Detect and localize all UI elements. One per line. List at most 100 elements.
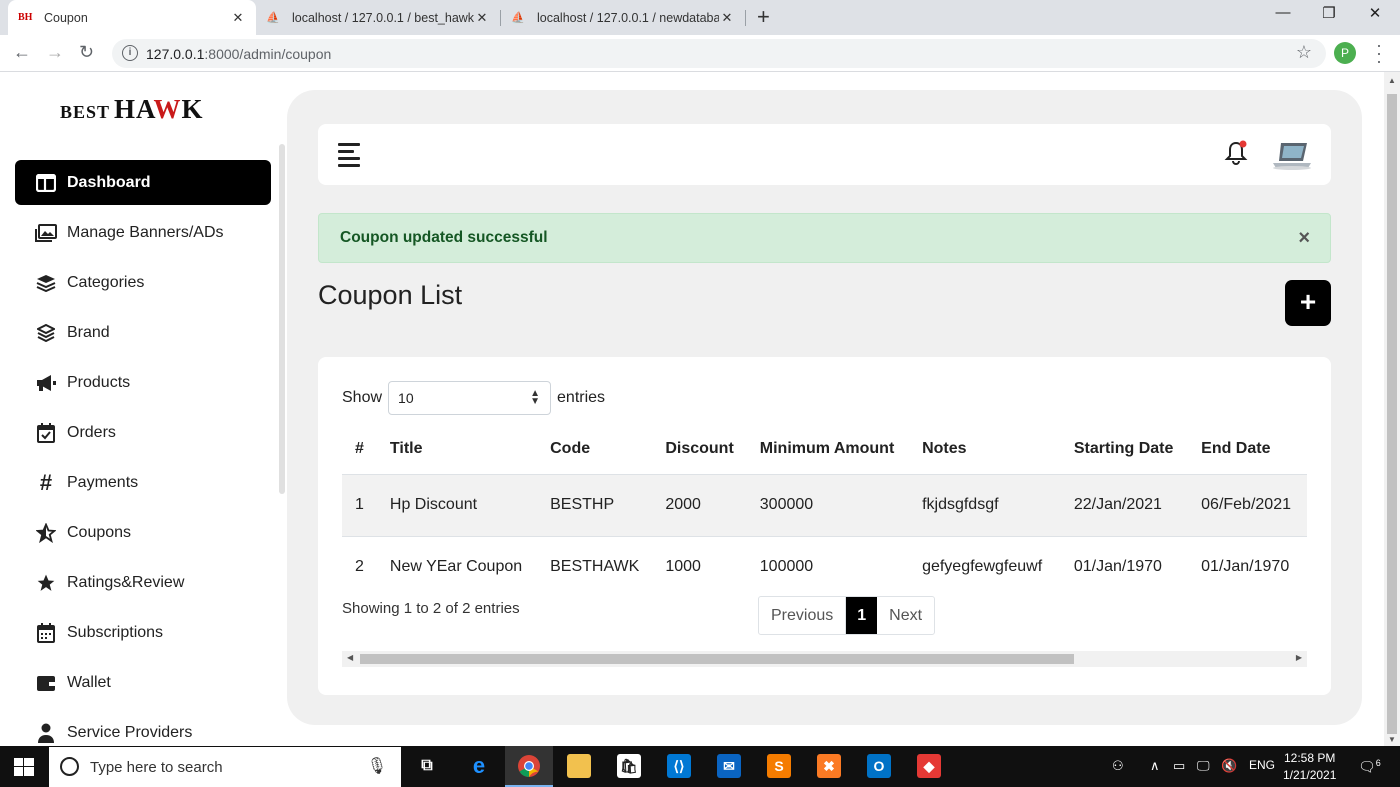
- table-cell: New YEar Coupon: [376, 535, 538, 598]
- page-viewport: BEST HAWK Dashboard Manage Banners/ADs C…: [0, 72, 1384, 746]
- people-icon[interactable]: ⚇: [1112, 758, 1124, 774]
- sidebar-item-banners[interactable]: Manage Banners/ADs: [15, 210, 271, 255]
- back-icon[interactable]: ←: [13, 42, 31, 63]
- column-header[interactable]: Code: [537, 424, 653, 475]
- page-1-button[interactable]: 1: [846, 597, 878, 634]
- notification-bell-icon[interactable]: [1224, 140, 1248, 166]
- scrollbar-thumb[interactable]: [360, 654, 1074, 664]
- brand-logo[interactable]: BEST HAWK: [60, 94, 204, 125]
- sidebar-item-payments[interactable]: # Payments: [15, 460, 271, 505]
- table-header-row: # Title Code Discount Minimum Amount Not…: [342, 424, 1307, 475]
- new-tab-icon[interactable]: +: [757, 4, 770, 30]
- file-explorer-icon[interactable]: [567, 754, 591, 778]
- user-avatar[interactable]: [1271, 137, 1313, 171]
- calendar-check-icon: [35, 422, 57, 444]
- sidebar-item-coupons[interactable]: Coupons: [15, 510, 271, 555]
- entries-select[interactable]: 10 ▲ ▼: [388, 381, 552, 415]
- logo-name-part: HA: [114, 94, 154, 124]
- close-icon[interactable]: ×: [1298, 227, 1310, 250]
- site-info-icon[interactable]: i: [122, 45, 138, 61]
- maximize-icon[interactable]: ❐: [1306, 4, 1352, 22]
- store-icon[interactable]: 🛍: [617, 754, 641, 778]
- url-field[interactable]: i 127.0.0.1:8000/admin/coupon ☆: [112, 39, 1326, 68]
- show-hidden-icons-icon[interactable]: ∧: [1150, 758, 1160, 774]
- sidebar-item-products[interactable]: Products: [15, 360, 271, 405]
- bookmark-star-icon[interactable]: ☆: [1296, 42, 1312, 63]
- minimize-icon[interactable]: —: [1260, 4, 1306, 21]
- tab-phpmyadmin-best-hawk[interactable]: ⛵ localhost / 127.0.0.1 / best_hawk ✕: [256, 0, 500, 35]
- sidebar-item-ratings-review[interactable]: Ratings&Review: [15, 560, 271, 605]
- sidebar-scrollbar[interactable]: [279, 144, 285, 494]
- column-header[interactable]: End Date: [1188, 424, 1307, 475]
- clock-time: 12:58 PM: [1284, 751, 1336, 765]
- column-header[interactable]: Notes: [909, 424, 1061, 475]
- table-cell: 100000: [746, 535, 910, 598]
- address-bar: ← → ↻ i 127.0.0.1:8000/admin/coupon ☆ P …: [0, 35, 1400, 72]
- cortana-icon: [60, 757, 79, 776]
- table-cell: BESTHAWK: [537, 535, 653, 598]
- menu-toggle-icon[interactable]: [338, 143, 362, 167]
- add-coupon-button[interactable]: +: [1285, 280, 1331, 326]
- sidebar-item-service-providers[interactable]: Service Providers: [15, 710, 271, 746]
- notification-center-icon[interactable]: 🗨6: [1358, 758, 1381, 776]
- sidebar-item-label: Categories: [67, 273, 145, 291]
- page-vertical-scrollbar[interactable]: ▲ ▼: [1384, 72, 1400, 746]
- search-placeholder: Type here to search: [90, 759, 223, 776]
- forward-icon[interactable]: →: [46, 42, 64, 63]
- language-indicator[interactable]: ENG: [1249, 758, 1275, 772]
- table-cell: 01/Jan/1970: [1060, 535, 1189, 598]
- scroll-up-icon[interactable]: ▲: [1388, 76, 1396, 85]
- table-cell: 2: [342, 535, 377, 598]
- dashboard-icon: [35, 172, 57, 194]
- system-clock[interactable]: 12:58 PM 1/21/2021: [1283, 750, 1336, 784]
- vscode-icon[interactable]: ⟨⟩: [667, 754, 691, 778]
- images-icon: [35, 222, 57, 244]
- table-horizontal-scrollbar[interactable]: ◀ ▶: [342, 651, 1307, 667]
- sidebar-item-subscriptions[interactable]: Subscriptions: [15, 610, 271, 655]
- close-tab-icon[interactable]: ✕: [719, 10, 735, 26]
- browser-menu-icon[interactable]: · · ·: [1376, 36, 1382, 70]
- taskbar-search-field[interactable]: Type here to search 🎙: [49, 747, 401, 787]
- edge-icon[interactable]: e: [467, 754, 491, 778]
- sidebar-item-wallet[interactable]: Wallet: [15, 660, 271, 705]
- sidebar-item-categories[interactable]: Categories: [15, 260, 271, 305]
- column-header[interactable]: Minimum Amount: [746, 424, 910, 475]
- windows-start-icon[interactable]: [14, 758, 34, 781]
- column-header[interactable]: Discount: [652, 424, 747, 475]
- column-header[interactable]: Title: [376, 424, 538, 475]
- sidebar-item-dashboard[interactable]: Dashboard: [15, 160, 271, 205]
- microphone-icon[interactable]: 🎙: [367, 756, 387, 776]
- column-header[interactable]: Starting Date: [1060, 424, 1189, 475]
- sidebar-item-label: Products: [67, 373, 131, 391]
- sidebar-item-orders[interactable]: Orders: [15, 410, 271, 455]
- bh-favicon-icon: BH: [18, 12, 33, 23]
- network-icon[interactable]: 🖵: [1197, 758, 1210, 774]
- close-window-icon[interactable]: ✕: [1352, 4, 1398, 22]
- close-tab-icon[interactable]: ✕: [474, 10, 490, 26]
- reload-icon[interactable]: ↻: [79, 42, 94, 63]
- anydesk-icon[interactable]: ◆: [917, 754, 941, 778]
- column-header[interactable]: #: [342, 424, 377, 475]
- task-view-icon[interactable]: ⧉: [415, 754, 439, 778]
- xampp-icon[interactable]: ✖: [817, 754, 841, 778]
- mail-icon[interactable]: ✉: [717, 754, 741, 778]
- battery-icon[interactable]: ▭: [1173, 758, 1185, 774]
- scroll-down-icon[interactable]: ▼: [1388, 735, 1396, 744]
- sublime-text-icon[interactable]: S: [767, 754, 791, 778]
- tab-coupon[interactable]: BH Coupon ✕: [8, 0, 256, 35]
- tab-phpmyadmin-newdatabase[interactable]: ⛵ localhost / 127.0.0.1 / newdataba ✕: [501, 0, 745, 35]
- close-tab-icon[interactable]: ✕: [230, 10, 246, 26]
- next-page-button[interactable]: Next: [877, 597, 934, 634]
- megaphone-icon: [35, 372, 57, 394]
- sidebar-item-brand[interactable]: Brand: [15, 310, 271, 355]
- volume-muted-icon[interactable]: 🔇: [1221, 758, 1237, 774]
- profile-avatar[interactable]: P: [1334, 42, 1356, 64]
- table-cell: gefyegfewgfeuwf: [909, 535, 1061, 598]
- chrome-icon[interactable]: [517, 754, 541, 778]
- scroll-left-icon[interactable]: ◀: [347, 653, 353, 662]
- scroll-right-icon[interactable]: ▶: [1296, 653, 1302, 662]
- previous-page-button[interactable]: Previous: [759, 597, 847, 634]
- scrollbar-thumb[interactable]: [1387, 94, 1397, 734]
- hash-icon: #: [39, 469, 53, 495]
- outlook-icon[interactable]: O: [867, 754, 891, 778]
